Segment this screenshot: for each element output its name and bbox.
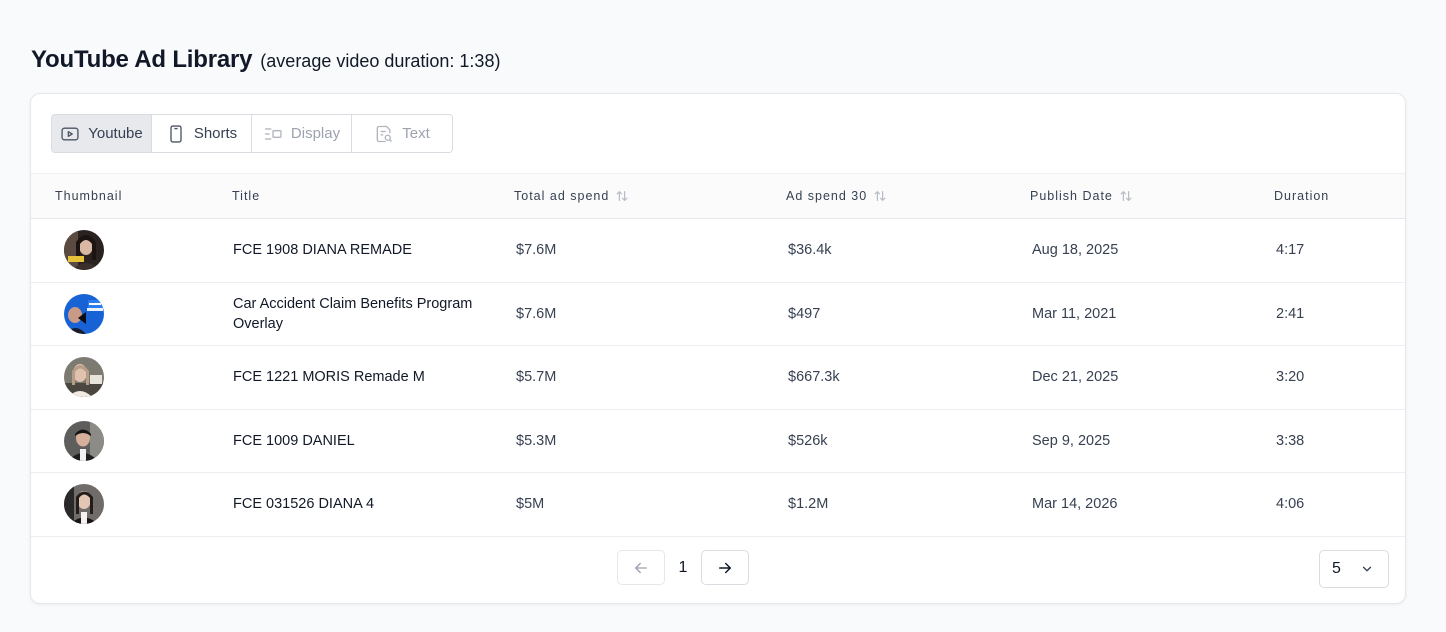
ad-library-card: Youtube Shorts Display Text Thumbnail Ti… [30,93,1406,604]
ad-spend-30-cell: $36.4k [788,242,832,259]
title-cell[interactable]: FCE 1908 DIANA REMADE [231,219,514,283]
video-play-icon [61,127,79,140]
text-search-icon [376,125,393,142]
ads-table: Thumbnail Title Total ad spend Ad spend … [31,173,1405,537]
video-thumbnail[interactable] [64,293,104,334]
table-row[interactable]: Car Accident Claim Benefits Program Over… [31,282,1405,346]
tab-display[interactable]: Display [252,115,352,152]
thumbnail-cell [31,473,231,537]
rows-per-page-select[interactable]: 5 [1319,550,1389,588]
column-header-thumbnail: Thumbnail [31,174,231,219]
publish-date-cell: Aug 18, 2025 [1032,242,1119,259]
column-header-thumbnail-label: Thumbnail [55,189,123,203]
total-ad-spend-cell: $7.6M [516,242,557,259]
thumbnail-cell [31,409,231,473]
column-header-publish-date-label: Publish Date [1030,189,1113,203]
thumbnail-cell [31,282,231,346]
total-ad-spend-cell: $5.3M [516,432,557,449]
column-header-duration-label: Duration [1274,189,1330,203]
publish-date-cell: Sep 9, 2025 [1032,432,1111,449]
tab-shorts[interactable]: Shorts [152,115,252,152]
total-ad-spend-cell: $5.7M [516,369,557,386]
ad-spend-30-cell: $667.3k [788,369,840,386]
table-row[interactable]: FCE 031526 DIANA 4 $5M $1.2M Mar 14, 202… [31,473,1405,537]
video-thumbnail[interactable] [64,357,104,398]
publish-date-cell: Mar 11, 2021 [1032,305,1117,322]
video-thumbnail[interactable] [64,420,104,461]
tab-text[interactable]: Text [352,115,452,152]
column-header-title-label: Title [232,189,261,203]
page-title: YouTube Ad Library (average video durati… [31,46,500,74]
duration-cell: 2:41 [1276,305,1305,322]
arrow-left-icon [635,562,647,573]
column-header-total-ad-spend-label: Total ad spend [514,189,610,203]
table-row[interactable]: FCE 1908 DIANA REMADE $7.6M $36.4k Aug 1… [31,219,1405,283]
table-row[interactable]: FCE 1221 MORIS Remade M $5.7M $667.3k De… [31,346,1405,410]
column-header-duration: Duration [1274,174,1405,219]
column-header-ad-spend-30[interactable]: Ad spend 30 [786,174,1030,219]
sort-icon[interactable] [615,189,629,203]
page-title-subtitle: (average video duration: 1:38) [260,51,501,71]
chevron-down-icon [1362,566,1372,572]
title-cell[interactable]: FCE 1009 DANIEL [231,409,514,473]
ads-table-wrapper: Thumbnail Title Total ad spend Ad spend … [31,173,1405,537]
sort-icon[interactable] [873,189,887,203]
format-tabs: Youtube Shorts Display Text [51,114,453,153]
total-ad-spend-cell: $7.6M [516,305,557,322]
ad-spend-30-cell: $526k [788,432,828,449]
arrow-right-icon [719,562,731,573]
column-header-ad-spend-30-label: Ad spend 30 [786,189,868,203]
current-page-number: 1 [678,558,688,576]
page-title-main: YouTube Ad Library [31,46,253,73]
pagination: 1 [617,550,749,585]
table-body: FCE 1908 DIANA REMADE $7.6M $36.4k Aug 1… [31,219,1405,537]
total-ad-spend-cell: $5M [516,496,545,513]
tab-shorts-label: Shorts [193,125,238,142]
title-cell[interactable]: FCE 1221 MORIS Remade M [231,346,514,410]
sort-icon[interactable] [1119,189,1133,203]
publish-date-cell: Dec 21, 2025 [1032,369,1119,386]
video-thumbnail[interactable] [64,230,104,271]
ad-spend-30-cell: $1.2M [788,496,829,513]
display-layout-icon [264,127,282,140]
duration-cell: 3:38 [1276,432,1305,449]
thumbnail-cell [31,219,231,283]
phone-icon [170,124,182,143]
rows-per-page-value: 5 [1332,560,1341,577]
column-header-total-ad-spend[interactable]: Total ad spend [514,174,786,219]
column-header-publish-date[interactable]: Publish Date [1030,174,1274,219]
table-header: Thumbnail Title Total ad spend Ad spend … [31,173,1405,219]
title-cell[interactable]: Car Accident Claim Benefits Program Over… [231,282,514,346]
publish-date-cell: Mar 14, 2026 [1032,496,1118,513]
video-thumbnail[interactable] [64,484,104,525]
ad-spend-30-cell: $497 [788,305,821,322]
title-cell[interactable]: FCE 031526 DIANA 4 [231,473,514,537]
tab-display-label: Display [290,125,341,142]
previous-page-button[interactable] [617,550,665,585]
duration-cell: 4:06 [1276,496,1305,513]
column-header-title: Title [231,174,514,219]
duration-cell: 3:20 [1276,369,1305,386]
thumbnail-cell [31,346,231,410]
tab-youtube-label: Youtube [88,125,143,142]
tab-youtube[interactable]: Youtube [52,115,152,152]
duration-cell: 4:17 [1276,242,1305,259]
tab-text-label: Text [402,125,430,142]
table-row[interactable]: FCE 1009 DANIEL $5.3M $526k Sep 9, 2025 … [31,409,1405,473]
next-page-button[interactable] [701,550,749,585]
